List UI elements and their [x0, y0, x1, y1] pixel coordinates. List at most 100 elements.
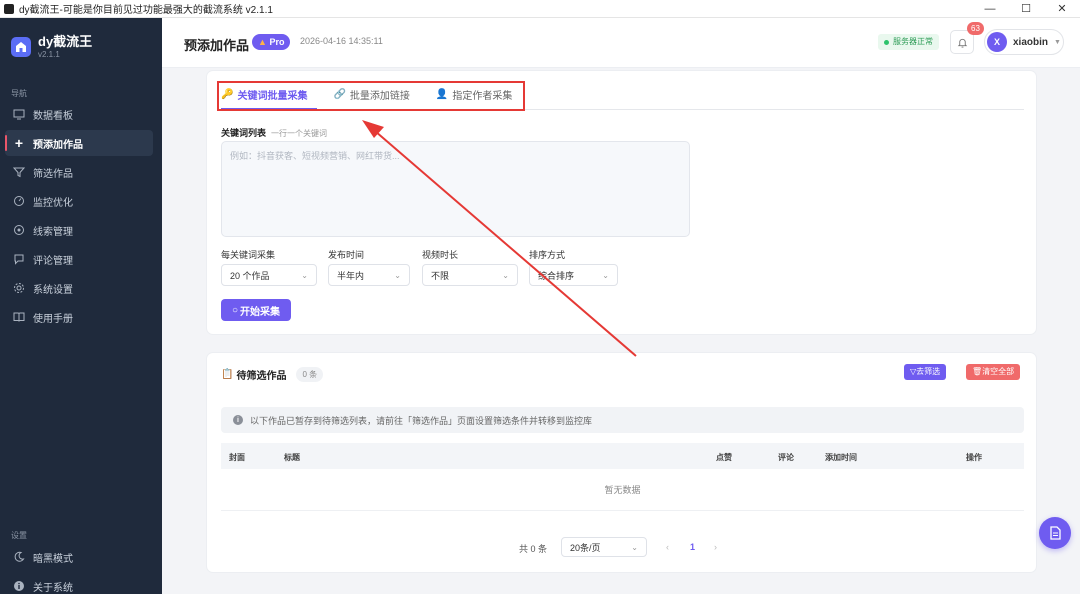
sidebar-item-comments[interactable]: 评论管理: [5, 246, 153, 272]
column-header: 标题: [284, 453, 300, 462]
fire-icon: ▲: [258, 37, 267, 47]
sidebar-item-label: 系统设置: [33, 284, 73, 296]
per-keyword-label: 每关键词采集: [221, 250, 276, 260]
page-title: 预添加作品: [184, 38, 250, 53]
info-text: 以下作品已暂存到待筛选列表，请前往「筛选作品」页面设置筛选条件并转移到监控库: [250, 415, 593, 426]
sidebar-item-dashboard[interactable]: 数据看板: [5, 101, 153, 127]
sidebar-item-label: 线索管理: [33, 226, 73, 238]
sidebar-item-label: 数据看板: [33, 110, 73, 122]
minimize-button[interactable]: —: [972, 0, 1008, 18]
duration-label: 视频时长: [422, 250, 459, 260]
sidebar-item-label: 筛选作品: [33, 168, 73, 180]
per-keyword-select[interactable]: 20 个作品 ⌄: [221, 264, 317, 286]
brand-logo-icon: [11, 37, 31, 57]
annotation-highlight-box: [217, 81, 525, 111]
pending-count-badge: 0 条: [296, 367, 324, 382]
sidebar-item-settings[interactable]: 系统设置: [5, 275, 153, 301]
pro-badge: ▲ Pro: [252, 34, 291, 50]
gear-icon: [13, 282, 25, 294]
chevron-down-icon: ⌄: [394, 270, 401, 280]
maximize-button[interactable]: ☐: [1008, 0, 1044, 18]
go-filter-button[interactable]: ▽去筛选: [904, 364, 947, 380]
sidebar-item-leads[interactable]: 线索管理: [5, 217, 153, 243]
window-title: dy截流王-可能是你目前见过功能最强大的截流系统 v2.1.1: [19, 5, 273, 16]
keyword-list-label: 关键词列表 一行一个关键词: [221, 126, 327, 139]
column-header: 点赞: [716, 453, 732, 462]
status-dot-icon: [884, 39, 889, 45]
select-value: 20 个作品: [230, 270, 270, 281]
username: xiaobin: [1013, 36, 1049, 48]
notification-count-badge: 63: [967, 22, 984, 35]
publish-time-label: 发布时间: [328, 250, 365, 260]
table-header: 封面 标题 点赞 评论 添加时间 操作: [221, 443, 1024, 469]
sidebar-item-monitor[interactable]: 监控优化: [5, 188, 153, 214]
sidebar-item-filter[interactable]: 筛选作品: [5, 159, 153, 185]
column-header: 封面: [229, 453, 245, 462]
trash-icon: 🗑: [972, 367, 983, 376]
brand-version: v2.1.1: [38, 50, 60, 59]
window-titlebar: dy截流王-可能是你目前见过功能最强大的截流系统 v2.1.1 — ☐ ✕: [0, 0, 1080, 18]
chevron-down-icon: ⌄: [301, 270, 308, 280]
info-icon: [13, 580, 25, 592]
bell-icon: [957, 38, 967, 48]
duration-select[interactable]: 不限 ⌄: [422, 264, 518, 286]
avatar: X: [987, 32, 1007, 52]
close-button[interactable]: ✕: [1044, 0, 1080, 18]
user-menu[interactable]: X xiaobin ▼: [984, 29, 1064, 55]
page-size-select[interactable]: 20条/页 ⌄: [561, 537, 647, 557]
sidebar-item-dark-mode[interactable]: 暗黑模式: [5, 544, 153, 570]
keyword-label-text: 关键词列表: [221, 128, 267, 138]
settings-section-label: 设置: [11, 531, 27, 540]
chevron-down-icon: ⌄: [631, 542, 638, 552]
pro-label: Pro: [269, 37, 285, 47]
server-status-text: 服务器正常: [893, 37, 933, 46]
page-number[interactable]: 1: [690, 542, 695, 552]
clear-button-label: 清空全部: [982, 367, 1015, 376]
filter-icon: [13, 166, 25, 178]
start-button-label: 开始采集: [240, 306, 281, 318]
app-icon: [4, 3, 14, 14]
column-header: 添加时间: [825, 453, 857, 462]
info-icon: i: [233, 415, 243, 425]
current-datetime: 2026-04-16 14:35:11: [300, 36, 383, 46]
book-icon: [13, 311, 25, 323]
column-header: 操作: [966, 453, 982, 462]
moon-icon: [13, 551, 25, 563]
sidebar-item-about[interactable]: 关于系统: [5, 573, 153, 594]
start-collect-button[interactable]: ○ 开始采集: [221, 299, 291, 321]
search-icon: ○: [231, 304, 239, 316]
sidebar-item-label: 评论管理: [33, 255, 73, 267]
chevron-down-icon: ⌄: [602, 270, 609, 280]
page-size-value: 20条/页: [570, 542, 601, 553]
filter-button-label: 去筛选: [916, 367, 941, 376]
brand-name: dy截流王: [38, 34, 93, 49]
nav-section-label: 导航: [11, 89, 27, 98]
brand: dy截流王 v2.1.1: [0, 18, 162, 59]
collect-card: 🔑 关键词批量采集 🔗 批量添加链接 👤 指定作者采集 关键词列表 一行一个关键词…: [206, 70, 1037, 335]
sort-select[interactable]: 综合排序 ⌄: [529, 264, 618, 286]
prev-page-button[interactable]: ‹: [666, 542, 669, 552]
next-page-button[interactable]: ›: [714, 542, 717, 552]
plus-icon: +: [14, 135, 24, 151]
sidebar-item-manual[interactable]: 使用手册: [5, 304, 153, 330]
select-value: 综合排序: [538, 270, 575, 281]
document-icon: [1050, 526, 1061, 540]
pending-title: 📋 待筛选作品 0 条: [221, 367, 324, 382]
chevron-down-icon: ▼: [1054, 38, 1061, 46]
sort-label: 排序方式: [529, 250, 566, 260]
floating-doc-button[interactable]: [1039, 517, 1071, 549]
sidebar-item-label: 使用手册: [33, 313, 73, 325]
top-header: 预添加作品 ▲ Pro 2026-04-16 14:35:11 服务器正常 63…: [162, 18, 1080, 68]
column-header: 评论: [778, 453, 794, 462]
select-value: 半年内: [337, 270, 365, 281]
select-value: 不限: [431, 270, 450, 281]
clipboard-icon: 📋: [221, 369, 234, 380]
clear-all-button[interactable]: 🗑清空全部: [966, 364, 1021, 380]
sidebar-item-label: 关于系统: [33, 582, 73, 594]
sidebar-item-pre-add[interactable]: + 预添加作品: [5, 130, 153, 156]
publish-time-select[interactable]: 半年内 ⌄: [328, 264, 410, 286]
keyword-textarea[interactable]: 例如：抖音获客、短视频营销、网红带货...: [221, 141, 690, 237]
gauge-icon: [13, 195, 25, 207]
keyword-hint: 一行一个关键词: [271, 129, 328, 138]
monitor-icon: [13, 108, 25, 120]
